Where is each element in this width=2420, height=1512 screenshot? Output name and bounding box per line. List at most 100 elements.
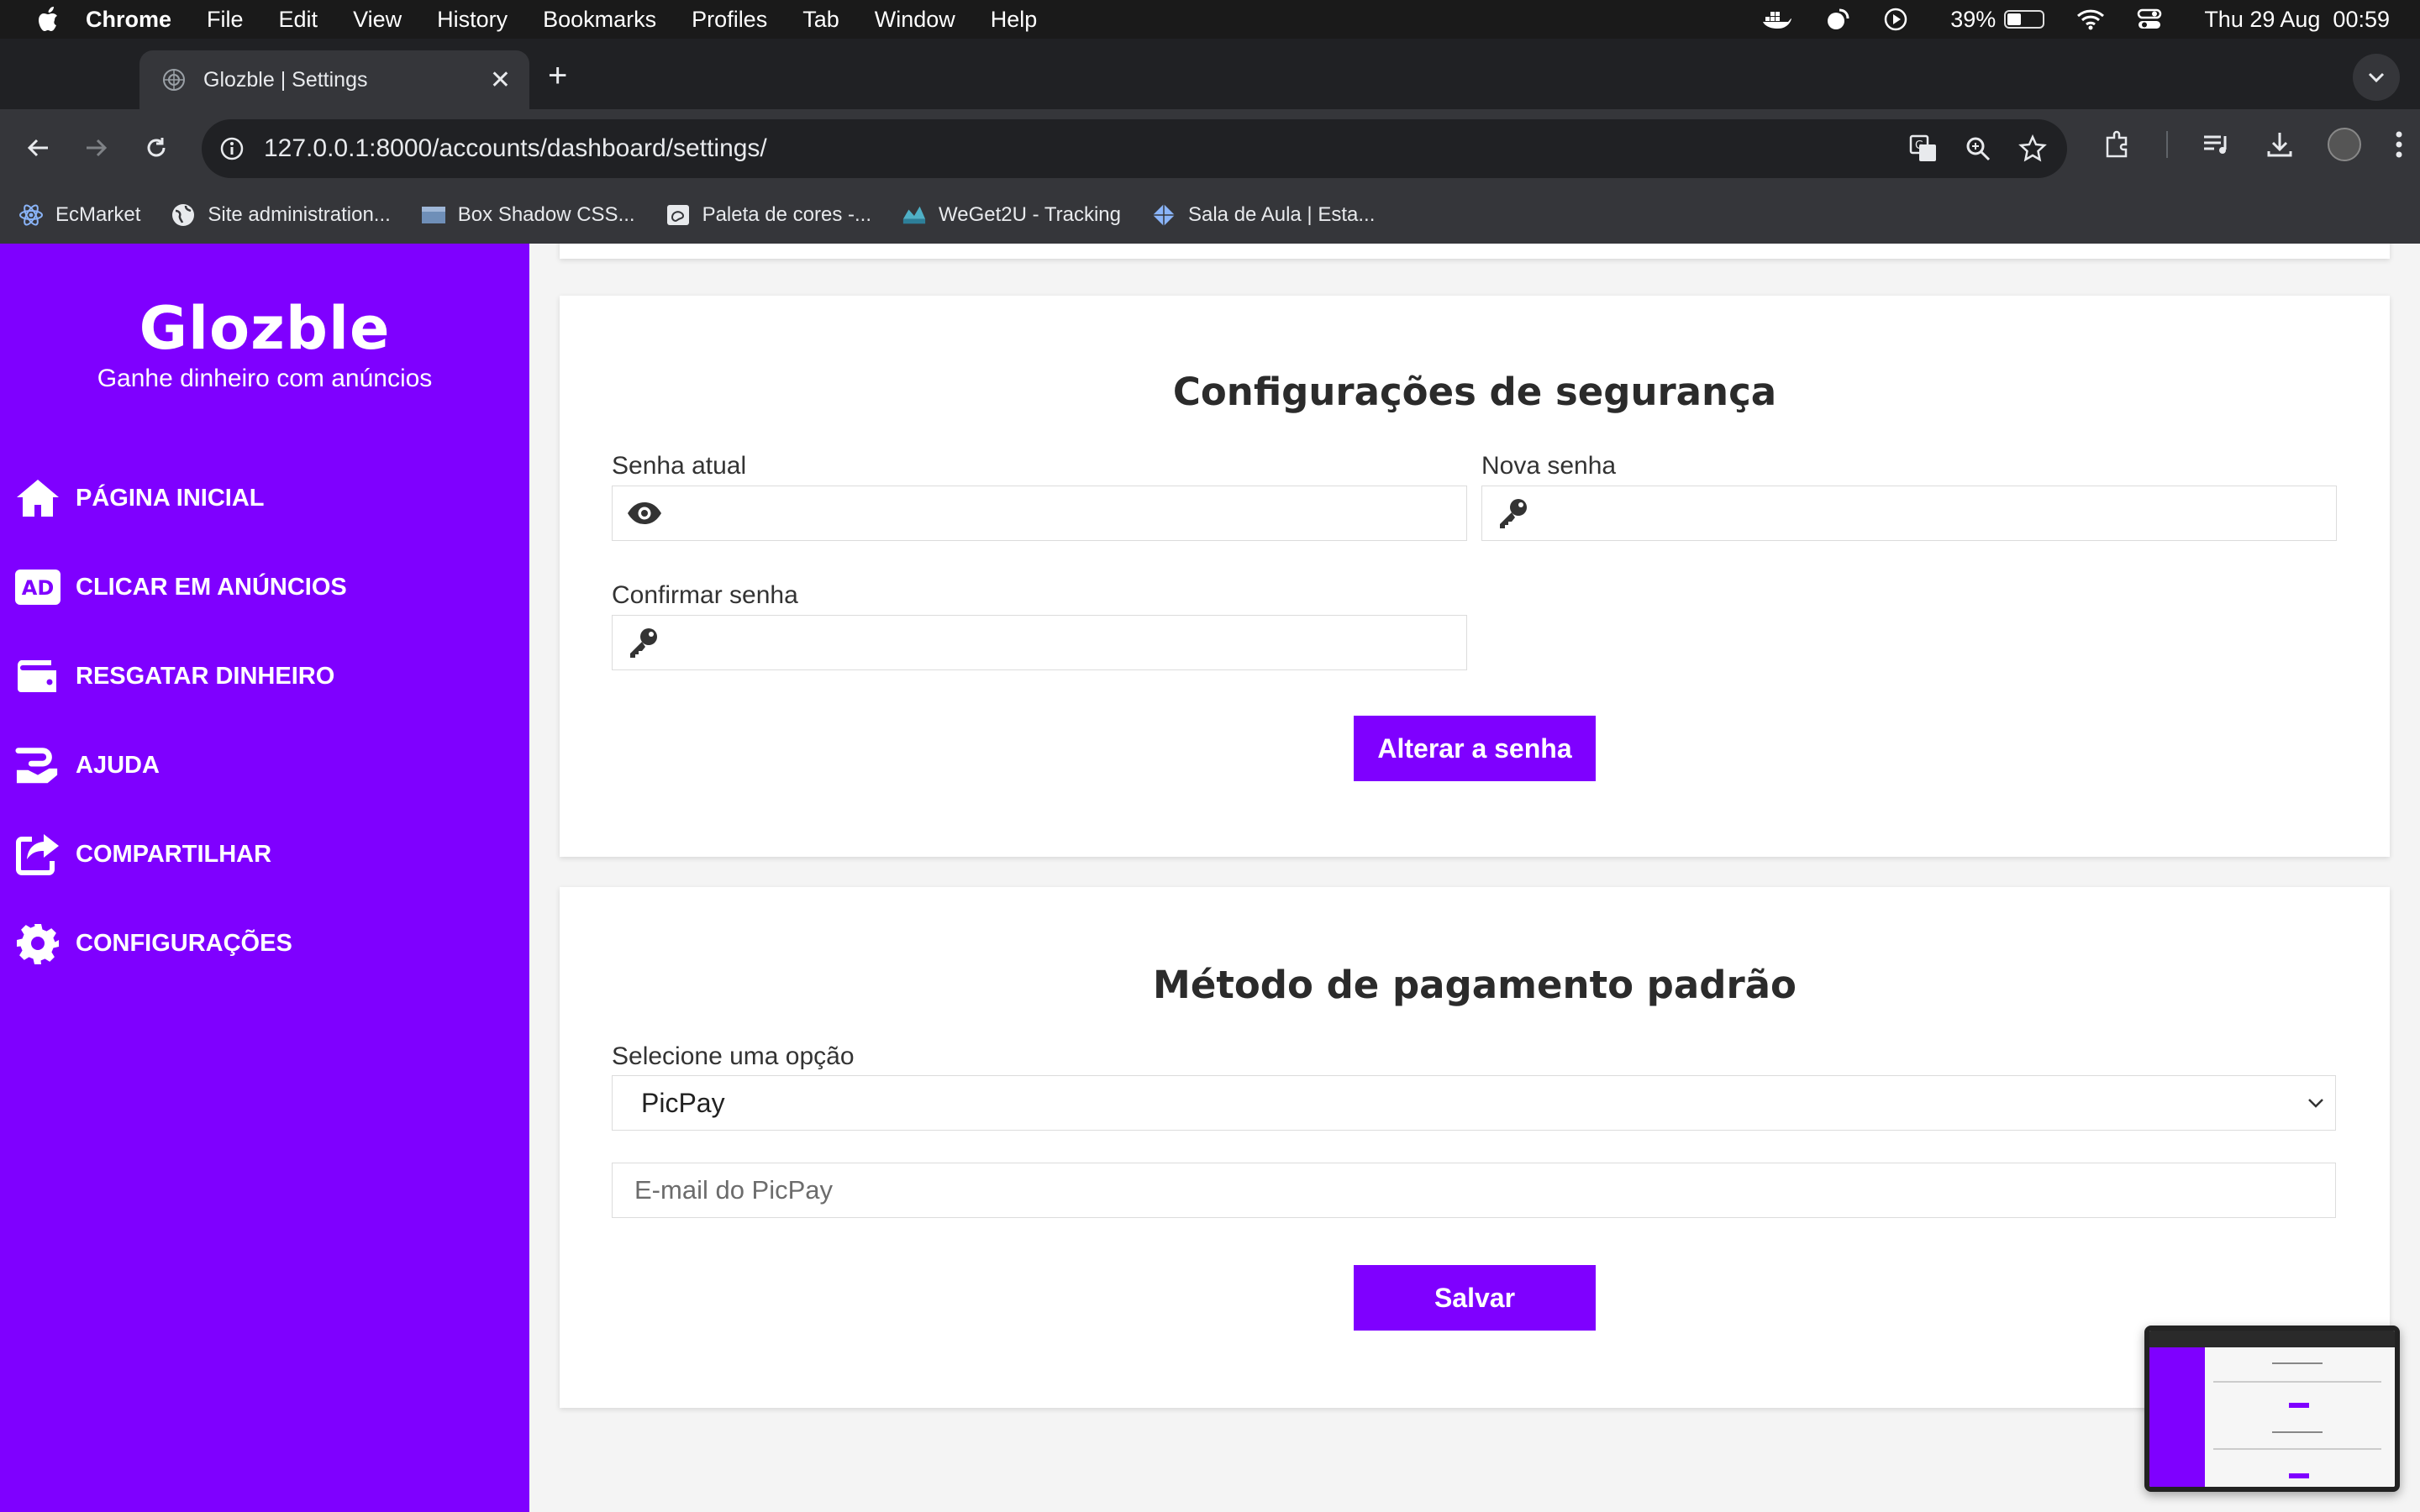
menu-kebab-icon[interactable]	[2395, 130, 2403, 159]
bookmark-label: EcMarket	[55, 203, 141, 226]
ad-icon: AD	[15, 564, 60, 610]
site-info-icon[interactable]	[217, 134, 247, 164]
bookmark-label: Paleta de cores -...	[702, 203, 872, 226]
browser-toolbar: 127.0.0.1:8000/accounts/dashboard/settin…	[0, 109, 2420, 186]
key-icon	[626, 626, 660, 659]
address-bar[interactable]: 127.0.0.1:8000/accounts/dashboard/settin…	[202, 119, 2067, 178]
menu-history[interactable]: History	[437, 7, 508, 33]
payment-select-label: Selecione uma opção	[612, 1042, 855, 1070]
forward-icon[interactable]	[76, 128, 116, 168]
payment-method-select[interactable]: PicPay	[612, 1075, 2336, 1131]
menu-help[interactable]: Help	[991, 7, 1038, 33]
clock[interactable]: Thu 29 Aug 00:59	[2204, 7, 2390, 33]
current-password-label: Senha atual	[612, 452, 747, 480]
eye-icon[interactable]	[626, 501, 663, 526]
svg-text:G: G	[1915, 139, 1923, 152]
menu-edit[interactable]: Edit	[279, 7, 318, 33]
new-tab-icon[interactable]: +	[548, 57, 567, 95]
image-icon	[421, 202, 446, 228]
sidebar-item-withdraw[interactable]: RESGATAR DINHEIRO	[0, 632, 529, 721]
picpay-email-input[interactable]: E-mail do PicPay	[612, 1163, 2336, 1218]
menu-tab[interactable]: Tab	[802, 7, 839, 33]
diamond-icon	[1151, 202, 1176, 228]
confirm-password-label: Confirmar senha	[612, 581, 798, 609]
url-text[interactable]: 127.0.0.1:8000/accounts/dashboard/settin…	[264, 134, 767, 163]
bookmark-star-icon[interactable]	[2018, 134, 2047, 163]
translate-icon[interactable]: G	[1909, 134, 1938, 163]
battery-status[interactable]: 39%	[1940, 7, 2045, 33]
macos-menubar: Chrome File Edit View History Bookmarks …	[0, 0, 2420, 39]
bookmarks-bar: EcMarket Site administration... Box Shad…	[0, 186, 2420, 244]
bookmark-ecmarket[interactable]: EcMarket	[18, 202, 140, 228]
menu-app-name[interactable]: Chrome	[86, 7, 171, 33]
wifi-icon[interactable]	[2076, 8, 2105, 30]
bookmark-label: Site administration...	[208, 203, 391, 226]
tab-close-icon[interactable]: ✕	[490, 66, 511, 95]
menu-view[interactable]: View	[353, 7, 402, 33]
save-payment-button[interactable]: Salvar	[1354, 1265, 1596, 1331]
tab-search-icon[interactable]	[2353, 54, 2400, 101]
docker-icon[interactable]	[1762, 8, 1792, 30]
toolbar-separator	[2166, 131, 2168, 158]
new-password-field[interactable]	[1481, 486, 2337, 541]
tab-title: Glozble | Settings	[203, 67, 368, 92]
bookmark-sala-de-aula[interactable]: Sala de Aula | Esta...	[1151, 202, 1375, 228]
chevron-down-icon	[2307, 1097, 2325, 1109]
picpay-email-placeholder: E-mail do PicPay	[634, 1175, 834, 1205]
ad-badge-text: AD	[22, 576, 55, 600]
sidebar-item-label: AJUDA	[76, 751, 160, 779]
sidebar-item-home[interactable]: PÁGINA INICIAL	[0, 454, 529, 543]
tab-strip: Glozble | Settings ✕ +	[0, 39, 2420, 109]
react-icon	[18, 202, 44, 228]
sidebar-item-label: CONFIGURAÇÕES	[76, 929, 292, 957]
screenshot-thumbnail[interactable]	[2144, 1326, 2400, 1492]
tracking-icon	[902, 202, 927, 228]
payment-method-selected: PicPay	[641, 1087, 725, 1118]
sidebar-item-share[interactable]: COMPARTILHAR	[0, 810, 529, 899]
extensions-icon[interactable]	[2102, 129, 2133, 160]
menu-window[interactable]: Window	[875, 7, 955, 33]
bookmark-label: Box Shadow CSS...	[457, 203, 635, 226]
change-password-button[interactable]: Alterar a senha	[1354, 716, 1596, 781]
media-controls-icon[interactable]	[2202, 131, 2232, 158]
main-content: Configurações de segurança Senha atual N…	[529, 244, 2420, 1512]
zoom-icon[interactable]	[1965, 135, 1991, 162]
back-icon[interactable]	[18, 128, 59, 168]
payment-title: Método de pagamento padrão	[1153, 963, 1797, 1007]
cloud-sync-icon[interactable]	[1824, 8, 1851, 30]
bookmark-label: WeGet2U - Tracking	[939, 203, 1121, 226]
sidebar-nav: PÁGINA INICIAL AD CLICAR EM ANÚNCIOS RES…	[0, 454, 529, 988]
tab-active[interactable]: Glozble | Settings ✕	[139, 50, 529, 109]
bookmark-site-administration[interactable]: Site administration...	[171, 202, 391, 228]
current-password-field[interactable]	[612, 486, 1467, 541]
brand: Glozble Ganhe dinheiro com anúncios	[0, 294, 529, 393]
bookmark-paleta-de-cores[interactable]: Paleta de cores -...	[666, 202, 871, 228]
bookmark-box-shadow[interactable]: Box Shadow CSS...	[421, 202, 635, 228]
sidebar-item-ads[interactable]: AD CLICAR EM ANÚNCIOS	[0, 543, 529, 632]
battery-icon	[2004, 10, 2045, 29]
share-icon	[15, 832, 60, 877]
help-hand-icon	[15, 743, 60, 788]
profile-avatar[interactable]	[2328, 128, 2361, 161]
tab-favicon-icon	[161, 67, 187, 92]
sidebar: Glozble Ganhe dinheiro com anúncios PÁGI…	[0, 244, 529, 1512]
payment-method-card: Método de pagamento padrão Selecione uma…	[560, 887, 2390, 1408]
reload-icon[interactable]	[136, 128, 176, 168]
sidebar-item-label: CLICAR EM ANÚNCIOS	[76, 573, 347, 601]
confirm-password-field[interactable]	[612, 615, 1467, 670]
brand-logo[interactable]: Glozble	[0, 294, 529, 363]
apple-icon[interactable]	[30, 6, 69, 33]
bookmark-weget2u[interactable]: WeGet2U - Tracking	[902, 202, 1121, 228]
home-icon	[15, 475, 60, 521]
globe-icon	[171, 202, 196, 228]
menu-file[interactable]: File	[207, 7, 244, 33]
menu-profiles[interactable]: Profiles	[692, 7, 767, 33]
sidebar-item-settings[interactable]: CONFIGURAÇÕES	[0, 899, 529, 988]
menu-bookmarks[interactable]: Bookmarks	[543, 7, 656, 33]
download-icon[interactable]	[2265, 130, 2294, 159]
sidebar-item-help[interactable]: AJUDA	[0, 721, 529, 810]
security-settings-card: Configurações de segurança Senha atual N…	[560, 296, 2390, 857]
control-center-icon[interactable]	[2137, 8, 2162, 31]
play-circle-icon[interactable]	[1883, 7, 1908, 32]
bookmark-label: Sala de Aula | Esta...	[1187, 203, 1376, 226]
